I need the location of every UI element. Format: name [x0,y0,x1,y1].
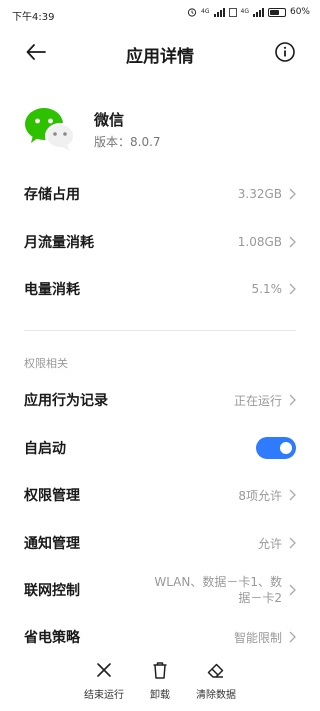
header: 应用详情 [0,34,320,70]
row-label: 电量消耗 [24,282,80,298]
signal-icon [213,7,225,17]
chevron-right-icon [289,537,296,549]
close-x-icon [94,660,114,680]
force-stop-button[interactable]: 结束运行 [74,660,134,701]
status-bar: 下午4:39 4G 4G 60% [0,0,320,28]
signal-icon-2 [252,7,264,17]
row-value: 智能限制 [233,630,282,645]
data-usage-row[interactable]: 月流量消耗 1.08GB [24,228,296,256]
chevron-right-icon [289,631,296,643]
row-value: WLAN、数据－卡1、数 据－卡2 [154,574,282,606]
battery-usage-row[interactable]: 电量消耗 5.1% [24,275,296,303]
row-value-line2: 据－卡2 [238,591,282,605]
row-label: 存储占用 [24,187,80,203]
row-label: 省电策略 [24,630,80,646]
trash-icon [150,660,170,680]
notification-mgmt-row[interactable]: 通知管理 允许 [24,529,296,557]
row-label: 通知管理 [24,536,80,552]
row-value: 1.08GB [237,235,282,249]
row-label: 自启动 [24,441,66,457]
app-info: 微信 版本：8.0.7 [24,104,296,154]
row-value: 3.32GB [237,187,282,201]
row-value: 5.1% [251,282,283,296]
uninstall-button[interactable]: 卸载 [130,660,190,701]
battery-icon [267,7,286,17]
row-label: 月流量消耗 [24,235,94,251]
battery-percent: 60% [289,7,310,17]
wechat-icon [24,104,76,152]
network-type-1: 4G [201,8,210,15]
storage-row[interactable]: 存储占用 3.32GB [24,180,296,208]
chevron-right-icon [289,188,296,200]
behavior-log-row[interactable]: 应用行为记录 正在运行 [24,386,296,414]
bottom-action-label: 结束运行 [84,690,124,701]
row-value: 8项允许 [238,488,282,503]
chevron-right-icon [289,584,296,596]
clear-data-button[interactable]: 清除数据 [186,660,246,701]
row-value: 允许 [257,536,282,551]
chevron-right-icon [289,236,296,248]
section-label: 权限相关 [24,357,68,370]
chevron-right-icon [289,489,296,501]
volte-icon [228,7,237,17]
alarm-icon [187,8,197,17]
page-title: 应用详情 [126,47,194,67]
power-saving-row[interactable]: 省电策略 智能限制 [24,623,296,651]
network-type-2: 4G [240,8,249,15]
permission-mgmt-row[interactable]: 权限管理 8项允许 [24,481,296,509]
row-label: 应用行为记录 [24,393,108,409]
autostart-row: 自启动 [24,434,296,462]
autostart-toggle[interactable] [256,437,296,459]
status-time: 下午4:39 [12,12,55,23]
app-version: 版本：8.0.7 [94,135,161,149]
row-label: 联网控制 [24,583,80,599]
info-icon[interactable] [274,41,296,63]
chevron-right-icon [289,283,296,295]
divider [24,330,296,331]
row-value-line1: WLAN、数据－卡1、数 [154,575,282,589]
bottom-action-bar: 结束运行 卸载 清除数据 [0,660,320,704]
bottom-action-label: 清除数据 [196,690,236,701]
row-label: 权限管理 [24,488,80,504]
eraser-icon [206,660,226,680]
app-name: 微信 [94,111,125,129]
status-icons: 4G 4G 60% [187,7,310,17]
row-value: 正在运行 [233,393,282,408]
bottom-action-label: 卸载 [150,690,170,701]
network-control-row[interactable]: 联网控制 WLAN、数据－卡1、数 据－卡2 [24,570,296,610]
chevron-right-icon [289,394,296,406]
